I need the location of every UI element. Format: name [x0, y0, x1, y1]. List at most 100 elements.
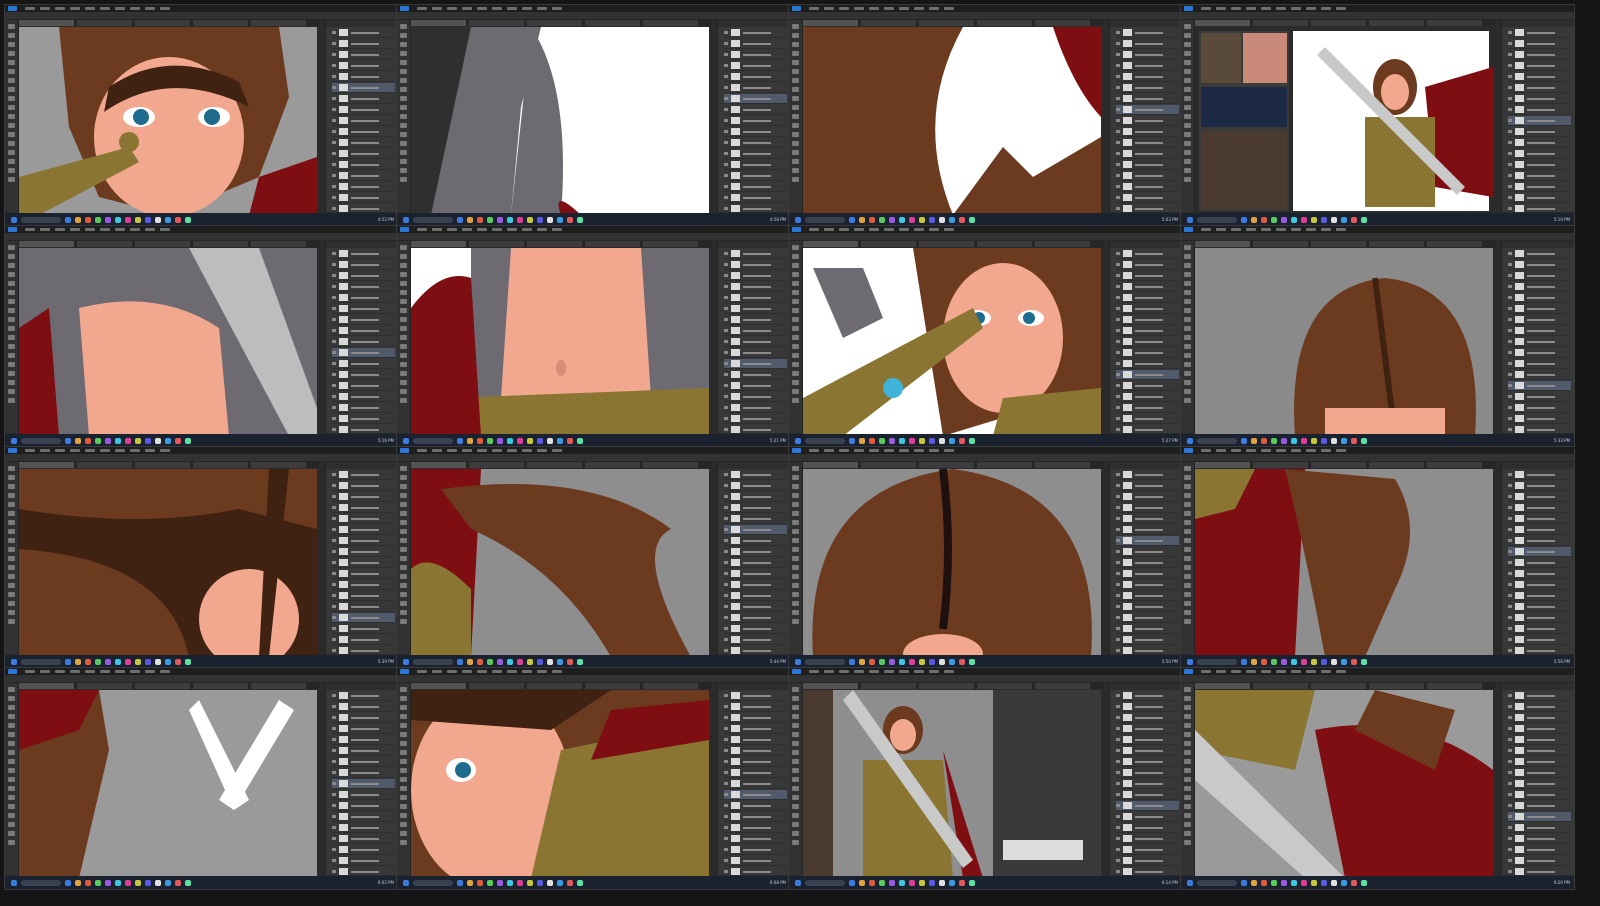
taskbar-app-icon[interactable] [1311, 437, 1317, 444]
taskbar-app-icon[interactable] [497, 879, 503, 886]
eye-icon[interactable] [332, 130, 336, 133]
menu-item[interactable] [839, 228, 849, 231]
menu-item[interactable] [70, 228, 80, 231]
eye-icon[interactable] [1116, 506, 1120, 509]
eye-icon[interactable] [1116, 561, 1120, 564]
taskbar-app-icon[interactable] [1331, 879, 1337, 886]
start-icon[interactable] [403, 437, 409, 444]
tool-icon[interactable] [792, 362, 799, 367]
menu-item[interactable] [944, 7, 954, 10]
layer-row[interactable] [332, 801, 395, 811]
layer-row[interactable] [724, 260, 787, 270]
layer-row[interactable] [1116, 790, 1179, 800]
tab[interactable] [77, 20, 132, 26]
eye-icon[interactable] [724, 716, 728, 719]
tab[interactable] [977, 20, 1032, 26]
taskbar-app-icon[interactable] [135, 879, 141, 886]
layer-row[interactable] [1508, 812, 1571, 822]
menu-item[interactable] [839, 449, 849, 452]
menu-item[interactable] [417, 7, 427, 10]
tab-active[interactable] [411, 241, 466, 247]
taskbar-app-icon[interactable] [939, 658, 945, 665]
taskbar-app-icon[interactable] [929, 879, 935, 886]
tool-icon[interactable] [1184, 317, 1191, 322]
taskbar-app-icon[interactable] [1251, 216, 1257, 223]
taskbar-app-icon[interactable] [125, 658, 131, 665]
layer-row[interactable] [724, 403, 787, 413]
taskbar-app-icon[interactable] [165, 658, 171, 665]
tool-icon[interactable] [8, 123, 15, 128]
menu-item[interactable] [1276, 449, 1286, 452]
menu-item[interactable] [462, 7, 472, 10]
tool-icon[interactable] [400, 281, 407, 286]
tool-icon[interactable] [400, 335, 407, 340]
layer-row[interactable] [724, 613, 787, 623]
document-tabs[interactable] [803, 20, 1103, 26]
eye-icon[interactable] [1508, 86, 1512, 89]
tab[interactable] [77, 683, 132, 689]
taskbar-app-icon[interactable] [969, 216, 975, 223]
tools-panel[interactable] [397, 683, 411, 875]
eye-icon[interactable] [724, 31, 728, 34]
layer-row[interactable] [1508, 503, 1571, 513]
tool-icon[interactable] [400, 502, 407, 507]
start-icon[interactable] [403, 879, 409, 886]
eye-icon[interactable] [724, 428, 728, 431]
tool-icon[interactable] [1184, 132, 1191, 137]
tool-icon[interactable] [792, 592, 799, 597]
taskbar-app-icon[interactable] [507, 437, 513, 444]
layer-row[interactable] [1508, 768, 1571, 778]
options-bar[interactable] [397, 12, 790, 20]
tab-active[interactable] [411, 683, 466, 689]
tab[interactable] [585, 683, 640, 689]
tool-icon[interactable] [1184, 344, 1191, 349]
taskbar-app-icon[interactable] [1241, 879, 1247, 886]
eye-icon[interactable] [724, 64, 728, 67]
taskbar-app-icon[interactable] [145, 437, 151, 444]
eye-icon[interactable] [724, 804, 728, 807]
taskbar-app-icon[interactable] [1321, 879, 1327, 886]
menu-item[interactable] [824, 670, 834, 673]
layer-row[interactable] [724, 757, 787, 767]
taskbar-app-icon[interactable] [929, 216, 935, 223]
eye-icon[interactable] [1508, 627, 1512, 630]
menu-item[interactable] [1306, 7, 1316, 10]
taskbar-app-icon[interactable] [95, 216, 101, 223]
tool-icon[interactable] [1184, 299, 1191, 304]
layer-row[interactable] [1116, 768, 1179, 778]
eye-icon[interactable] [1508, 31, 1512, 34]
menu-item[interactable] [115, 228, 125, 231]
eye-icon[interactable] [724, 517, 728, 520]
artboard-canvas[interactable] [19, 469, 317, 657]
eye-icon[interactable] [1508, 517, 1512, 520]
menu-item[interactable] [55, 228, 65, 231]
eye-icon[interactable] [1116, 340, 1120, 343]
taskbar-app-icon[interactable] [85, 879, 91, 886]
tool-icon[interactable] [792, 741, 799, 746]
layer-row[interactable] [1508, 403, 1571, 413]
layer-row[interactable] [1116, 613, 1179, 623]
layer-row[interactable] [1508, 635, 1571, 645]
menu-item[interactable] [1231, 228, 1241, 231]
menu-bar[interactable] [5, 5, 398, 12]
tool-icon[interactable] [400, 353, 407, 358]
menu-item[interactable] [944, 228, 954, 231]
tool-icon[interactable] [8, 484, 15, 489]
eye-icon[interactable] [724, 627, 728, 630]
tool-icon[interactable] [400, 168, 407, 173]
layers-panel[interactable] [1501, 683, 1574, 877]
eye-icon[interactable] [724, 373, 728, 376]
eye-icon[interactable] [1116, 185, 1120, 188]
taskbar-app-icon[interactable] [949, 658, 955, 665]
tool-icon[interactable] [1184, 732, 1191, 737]
taskbar[interactable]: 6:20 PM [1181, 876, 1574, 889]
layer-row[interactable] [1116, 149, 1179, 159]
tool-icon[interactable] [8, 335, 15, 340]
start-icon[interactable] [795, 216, 801, 223]
layer-row[interactable] [332, 602, 395, 612]
layer-row[interactable] [1508, 591, 1571, 601]
menu-item[interactable] [447, 7, 457, 10]
tool-icon[interactable] [1184, 574, 1191, 579]
layer-row[interactable] [724, 746, 787, 756]
tool-icon[interactable] [400, 24, 407, 29]
